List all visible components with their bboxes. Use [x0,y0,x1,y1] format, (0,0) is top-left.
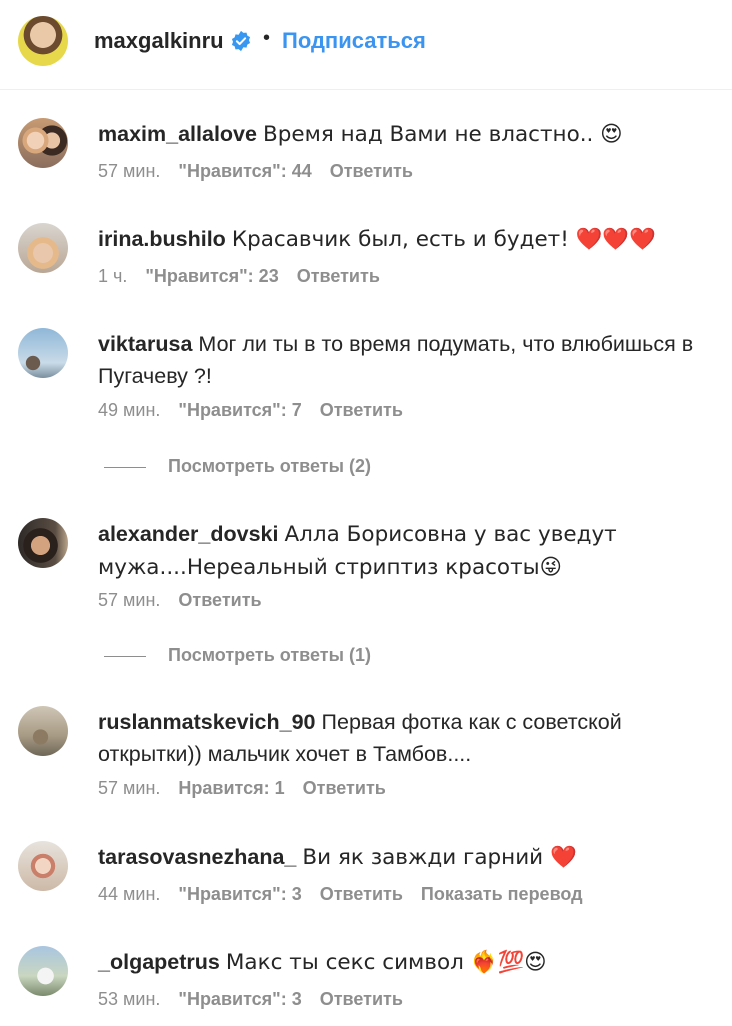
author-username[interactable]: maxgalkinru [94,28,224,54]
comment-text: maxim_allalove Время над Вами не властно.… [98,118,722,151]
comment-meta: 49 мин. "Нравится": 7 Ответить [98,400,421,421]
follow-button[interactable]: Подписаться [282,28,426,54]
comment-body: Макс ты секс символ ❤️‍🔥💯😍 [225,950,547,975]
likes-count[interactable]: "Нравится": 44 [178,161,311,181]
reply-button[interactable]: Ответить [330,161,413,181]
comment-body: Красавчик был, есть и будет! ❤️❤️❤️ [231,227,656,252]
comment-text: tarasovasnezhana_ Ви як завжди гарний ❤️ [98,841,722,874]
likes-count[interactable]: "Нравится": 3 [178,989,301,1009]
commenter-avatar[interactable] [18,706,68,756]
replies-divider [104,467,146,468]
likes-count[interactable]: "Нравится": 3 [178,884,301,904]
comment-meta: 1 ч. "Нравится": 23 Ответить [98,266,398,287]
comment-time[interactable]: 57 мин. [98,161,160,181]
comment-meta: 53 мин. "Нравится": 3 Ответить [98,989,421,1010]
likes-count[interactable]: "Нравится": 23 [145,266,278,286]
show-translation-button[interactable]: Показать перевод [421,884,583,904]
view-replies-button[interactable]: Посмотреть ответы (1) [104,645,704,669]
comment-body: Ви як завжди гарний ❤️ [302,845,577,870]
comment-time[interactable]: 57 мин. [98,590,160,610]
comment-text: ruslanmatskevich_90 Первая фотка как с со… [98,706,722,770]
comment-time[interactable]: 49 мин. [98,400,160,420]
likes-count[interactable]: "Нравится": 7 [178,400,301,420]
commenter-username[interactable]: maxim_allalove [98,122,257,146]
comment-time[interactable]: 1 ч. [98,266,127,286]
comment-meta: 57 мин. "Нравится": 44 Ответить [98,161,431,182]
commenter-avatar[interactable] [18,223,68,273]
comment-time[interactable]: 53 мин. [98,989,160,1009]
separator-dot: • [263,27,271,49]
post-header: maxgalkinru • Подписаться [0,0,732,90]
commenter-username[interactable]: _olgapetrus [98,950,220,974]
comment-meta: 44 мин. "Нравится": 3 Ответить Показать пер… [98,884,601,905]
author-avatar[interactable] [18,16,68,66]
comment-text: viktarusa Мог ли ты в то время подумать, … [98,328,722,392]
view-replies-button[interactable]: Посмотреть ответы (2) [104,456,704,480]
view-replies-label[interactable]: Посмотреть ответы (2) [168,456,371,477]
comment-time[interactable]: 57 мин. [98,778,160,798]
commenter-username[interactable]: alexander_dovski [98,522,278,546]
reply-button[interactable]: Ответить [297,266,380,286]
comment-text: alexander_dovski Алла Борисовна у вас уве… [98,518,722,584]
commenter-username[interactable]: ruslanmatskevich_90 [98,710,316,734]
commenter-avatar[interactable] [18,518,68,568]
comment-meta: 57 мин. Ответить [98,590,280,611]
comment-text: irina.bushilo Красавчик был, есть и будет… [98,223,722,256]
comment-body: Время над Вами не властно.. 😍 [262,122,623,147]
commenter-username[interactable]: viktarusa [98,332,192,356]
verified-badge-icon [231,30,251,52]
commenter-username[interactable]: irina.bushilo [98,227,226,251]
comment-text: _olgapetrus Макс ты секс символ ❤️‍🔥💯😍 [98,946,722,979]
comment-meta: 57 мин. Нравится: 1 Ответить [98,778,404,799]
commenter-avatar[interactable] [18,841,68,891]
commenter-avatar[interactable] [18,328,68,378]
reply-button[interactable]: Ответить [320,989,403,1009]
reply-button[interactable]: Ответить [320,884,403,904]
reply-button[interactable]: Ответить [303,778,386,798]
view-replies-label[interactable]: Посмотреть ответы (1) [168,645,371,666]
reply-button[interactable]: Ответить [320,400,403,420]
commenter-avatar[interactable] [18,946,68,996]
comment-time[interactable]: 44 мин. [98,884,160,904]
reply-button[interactable]: Ответить [178,590,261,610]
commenter-username[interactable]: tarasovasnezhana_ [98,845,296,869]
commenter-avatar[interactable] [18,118,68,168]
likes-count[interactable]: Нравится: 1 [178,778,284,798]
replies-divider [104,656,146,657]
